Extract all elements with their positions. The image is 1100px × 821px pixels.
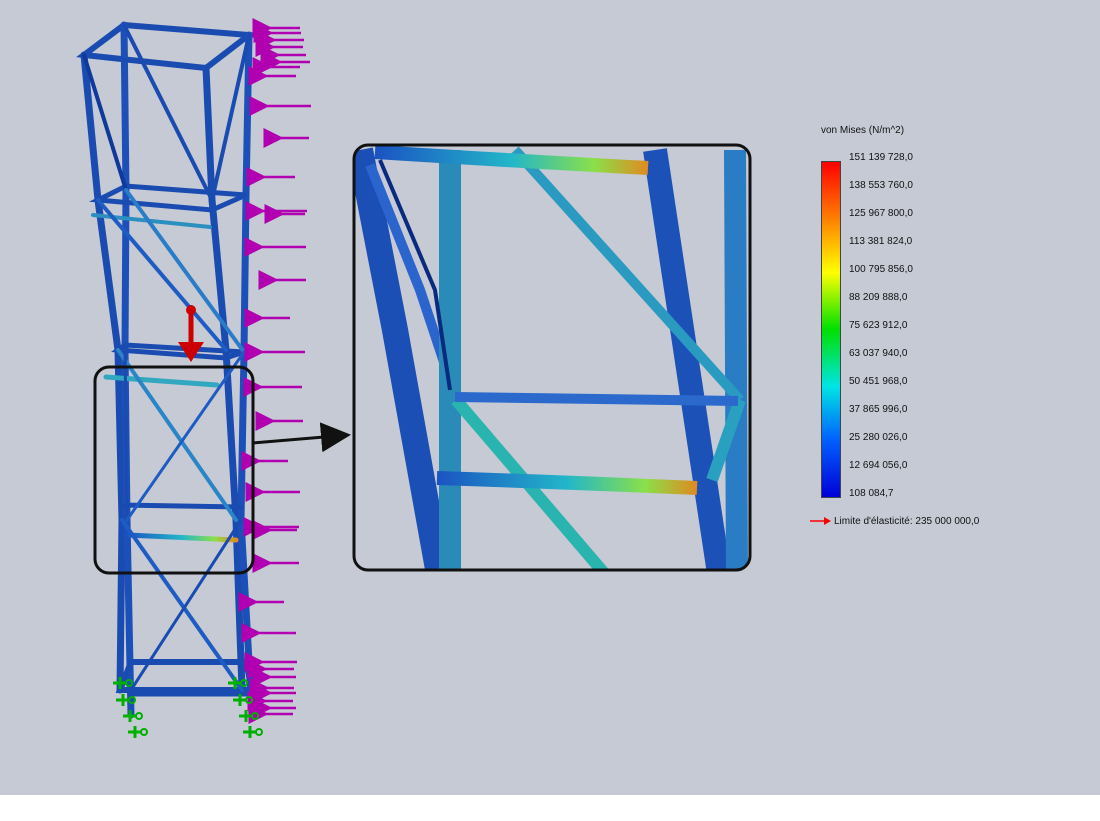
yield-text: Limite d'élasticité: 235 000 000,0: [834, 516, 980, 527]
legend-tick-label: 12 694 056,0: [849, 460, 908, 471]
legend-tick-label: 88 209 888,0: [849, 292, 908, 303]
color-scale-bar: [821, 161, 841, 498]
zoom-callout-arrow: [252, 422, 351, 453]
fixture-icon: [243, 726, 263, 738]
legend-tick-label: 25 280 026,0: [849, 432, 908, 443]
truss-tower: [76, 21, 258, 719]
legend-tick-label: 37 865 996,0: [849, 404, 908, 415]
fixture-icon: [128, 726, 148, 738]
legend-tick-label: 108 084,7: [849, 488, 894, 499]
legend-tick-label: 100 795 856,0: [849, 264, 913, 275]
legend-tick-label: 125 967 800,0: [849, 208, 913, 219]
legend-tick-label: 63 037 940,0: [849, 348, 908, 359]
legend-tick-label: 113 381 824,0: [849, 236, 913, 247]
legend-tick-label: 138 553 760,0: [849, 180, 913, 191]
zoomed-detail-view: [352, 143, 752, 572]
yield-marker-icon: [810, 517, 831, 526]
stress-legend: von Mises (N/m^2) 151 139 728,0 138 553 7…: [810, 120, 1050, 540]
legend-tick-label: 151 139 728,0: [849, 152, 913, 163]
distributed-load-arrows: [238, 18, 311, 724]
legend-tick-label: 75 623 912,0: [849, 320, 908, 331]
yield-strength-label: Limite d'élasticité: 235 000 000,0: [810, 516, 979, 527]
simulation-viewport[interactable]: von Mises (N/m^2) 151 139 728,0 138 553 7…: [0, 0, 1100, 795]
legend-tick-label: 50 451 968,0: [849, 376, 908, 387]
legend-title: von Mises (N/m^2): [821, 125, 905, 136]
